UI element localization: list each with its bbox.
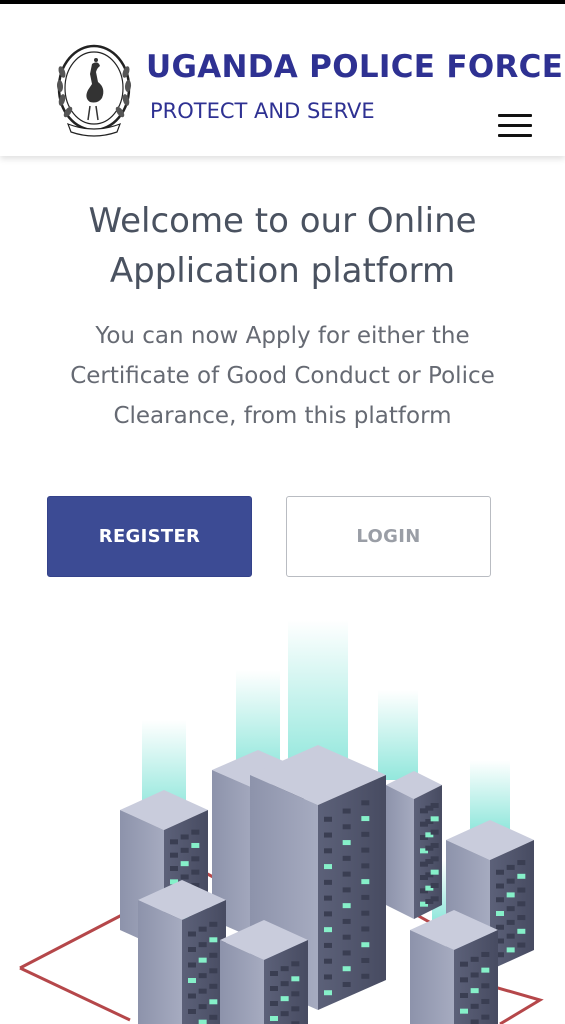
intro-line-1: You can now Apply for either the (95, 323, 470, 349)
site-tagline: PROTECT AND SERVE (150, 99, 375, 123)
page-title-line-1: Welcome to our Online (88, 201, 477, 241)
page-title: Welcome to our Online Application platfo… (0, 196, 565, 296)
uganda-police-crest-icon (56, 44, 132, 137)
server-tower (386, 771, 442, 919)
server-tower (410, 910, 498, 1024)
site-title: UGANDA POLICE FORCE (146, 49, 564, 85)
intro-line-2: Certificate of Good Conduct or Police (70, 363, 495, 389)
server-tower (138, 880, 226, 1024)
intro-text: You can now Apply for either the Certifi… (20, 316, 545, 436)
login-button[interactable]: LOGIN (286, 496, 491, 577)
site-header: UGANDA POLICE FORCE PROTECT AND SERVE (0, 4, 565, 156)
hamburger-menu-icon[interactable] (498, 112, 534, 140)
register-button[interactable]: REGISTER (47, 496, 252, 577)
page-title-line-2: Application platform (109, 251, 456, 291)
intro-line-3: Clearance, from this platform (113, 403, 452, 429)
server-tower (220, 920, 308, 1024)
server-rack-illustration (19, 620, 544, 1024)
